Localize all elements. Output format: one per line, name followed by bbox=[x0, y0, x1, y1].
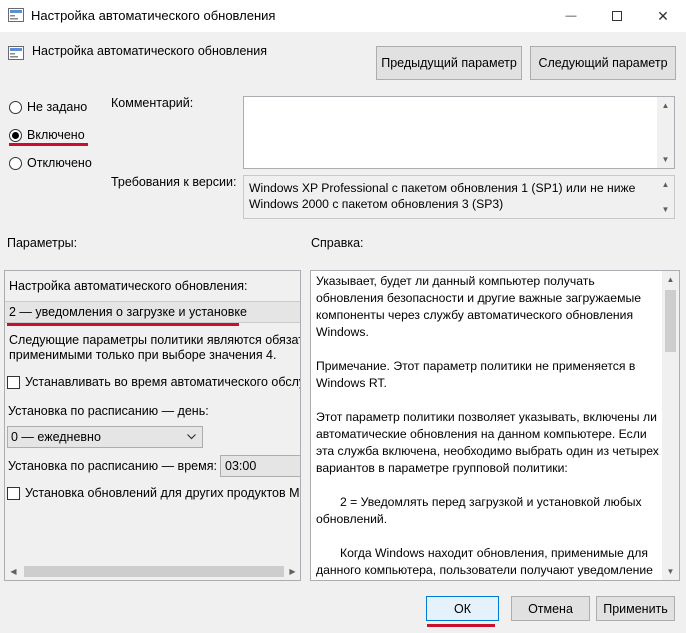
day-select-value: 0 — ежедневно bbox=[11, 430, 101, 444]
time-value: 03:00 bbox=[225, 459, 257, 473]
requirements-label: Требования к версии: bbox=[111, 175, 237, 189]
ok-button[interactable]: ОК bbox=[426, 596, 499, 621]
scroll-down-icon[interactable]: ▼ bbox=[657, 201, 674, 218]
comment-textarea[interactable]: ▲ ▼ bbox=[243, 96, 675, 169]
radio-circle[interactable] bbox=[9, 100, 22, 114]
close-button[interactable]: ✕ bbox=[640, 0, 686, 32]
close-icon: ✕ bbox=[657, 7, 669, 24]
window-title: Настройка автоматического обновления bbox=[31, 8, 276, 23]
cancel-button[interactable]: Отмена bbox=[511, 596, 590, 621]
scroll-up-icon[interactable]: ▲ bbox=[657, 97, 674, 114]
params-panel: Настройка автоматического обновления: 2 … bbox=[4, 270, 301, 581]
checkbox-box[interactable] bbox=[7, 486, 20, 500]
title-bar: Настройка автоматического обновления — ✕ bbox=[0, 0, 686, 32]
radio-label: Включено bbox=[27, 128, 85, 142]
scroll-down-icon[interactable]: ▼ bbox=[662, 563, 679, 580]
checkbox-label: Установка обновлений для других продукто… bbox=[25, 486, 301, 500]
comment-scrollbar[interactable]: ▲ ▼ bbox=[657, 97, 674, 168]
day-select[interactable]: 0 — ежедневно bbox=[7, 426, 203, 448]
minimize-button[interactable]: — bbox=[548, 0, 594, 32]
radio-enabled[interactable]: Включено bbox=[9, 128, 85, 142]
help-heading: Справка: bbox=[311, 236, 364, 250]
radio-circle[interactable] bbox=[9, 156, 22, 170]
scroll-down-icon[interactable]: ▼ bbox=[657, 151, 674, 168]
chevron-down-icon bbox=[187, 434, 196, 440]
params-heading: Параметры: bbox=[7, 236, 78, 250]
radio-label: Не задано bbox=[27, 100, 88, 114]
minimize-icon: — bbox=[565, 10, 577, 22]
setting-dropdown[interactable]: 2 — уведомления о загрузке и установке bbox=[5, 301, 300, 323]
highlight-underline bbox=[427, 624, 495, 627]
scroll-up-icon[interactable]: ▲ bbox=[657, 176, 674, 193]
requirements-box: Windows XP Professional с пакетом обновл… bbox=[243, 175, 675, 219]
help-paragraph: Примечание. Этот параметр политики не пр… bbox=[316, 359, 636, 390]
params-note-line: применимыми только при выборе значения 4… bbox=[9, 348, 277, 362]
highlight-underline bbox=[9, 143, 88, 146]
next-setting-button[interactable]: Следующий параметр bbox=[530, 46, 676, 80]
scroll-up-icon[interactable]: ▲ bbox=[662, 271, 679, 288]
setting-title: Настройка автоматического обновления bbox=[32, 44, 268, 58]
setting-label: Настройка автоматического обновления: bbox=[9, 279, 248, 293]
requirements-line: Windows XP Professional с пакетом обновл… bbox=[249, 181, 636, 195]
scroll-left-icon[interactable]: ◀ bbox=[5, 563, 22, 580]
help-panel: Указывает, будет ли данный компьютер пол… bbox=[310, 270, 680, 581]
policy-settings-icon bbox=[8, 46, 24, 60]
radio-circle[interactable] bbox=[9, 128, 22, 142]
day-label: Установка по расписанию — день: bbox=[8, 404, 209, 418]
time-label: Установка по расписанию — время: bbox=[8, 459, 217, 473]
maximize-button[interactable] bbox=[594, 0, 640, 32]
scroll-thumb[interactable] bbox=[665, 290, 676, 352]
scroll-thumb[interactable] bbox=[24, 566, 284, 577]
time-spinner[interactable]: 03:00 bbox=[220, 455, 300, 477]
checkbox-label: Устанавливать во время автоматического о… bbox=[25, 375, 301, 389]
requirements-line: Windows 2000 с пакетом обновления 3 (SP3… bbox=[249, 197, 504, 211]
maximize-icon bbox=[612, 11, 622, 21]
params-hscrollbar[interactable]: ◀ ▶ bbox=[5, 563, 300, 580]
checkbox-install-maintenance[interactable]: Устанавливать во время автоматического о… bbox=[7, 375, 301, 389]
help-paragraph: Указывает, будет ли данный компьютер пол… bbox=[316, 274, 641, 339]
apply-button[interactable]: Применить bbox=[596, 596, 675, 621]
help-scrollbar[interactable]: ▲ ▼ bbox=[662, 271, 679, 580]
params-note-line: Следующие параметры политики являются об… bbox=[9, 333, 301, 347]
help-paragraph: Когда Windows находит обновления, примен… bbox=[316, 546, 653, 577]
checkbox-other-products[interactable]: Установка обновлений для других продукто… bbox=[7, 486, 301, 500]
previous-setting-button[interactable]: Предыдущий параметр bbox=[376, 46, 522, 80]
scroll-right-icon[interactable]: ▶ bbox=[284, 563, 300, 580]
radio-label: Отключено bbox=[27, 156, 92, 170]
comment-label: Комментарий: bbox=[111, 96, 194, 110]
radio-disabled[interactable]: Отключено bbox=[9, 156, 92, 170]
help-paragraph: Этот параметр политики позволяет указыва… bbox=[316, 410, 659, 475]
highlight-underline bbox=[7, 323, 239, 326]
checkbox-box[interactable] bbox=[7, 375, 20, 389]
radio-not-configured[interactable]: Не задано bbox=[9, 100, 87, 114]
policy-settings-icon bbox=[8, 8, 24, 22]
help-paragraph: 2 = Уведомлять перед загрузкой и установ… bbox=[316, 495, 642, 526]
requirements-scrollbar[interactable]: ▲ ▼ bbox=[657, 176, 674, 218]
setting-dropdown-value: 2 — уведомления о загрузке и установке bbox=[9, 305, 247, 319]
